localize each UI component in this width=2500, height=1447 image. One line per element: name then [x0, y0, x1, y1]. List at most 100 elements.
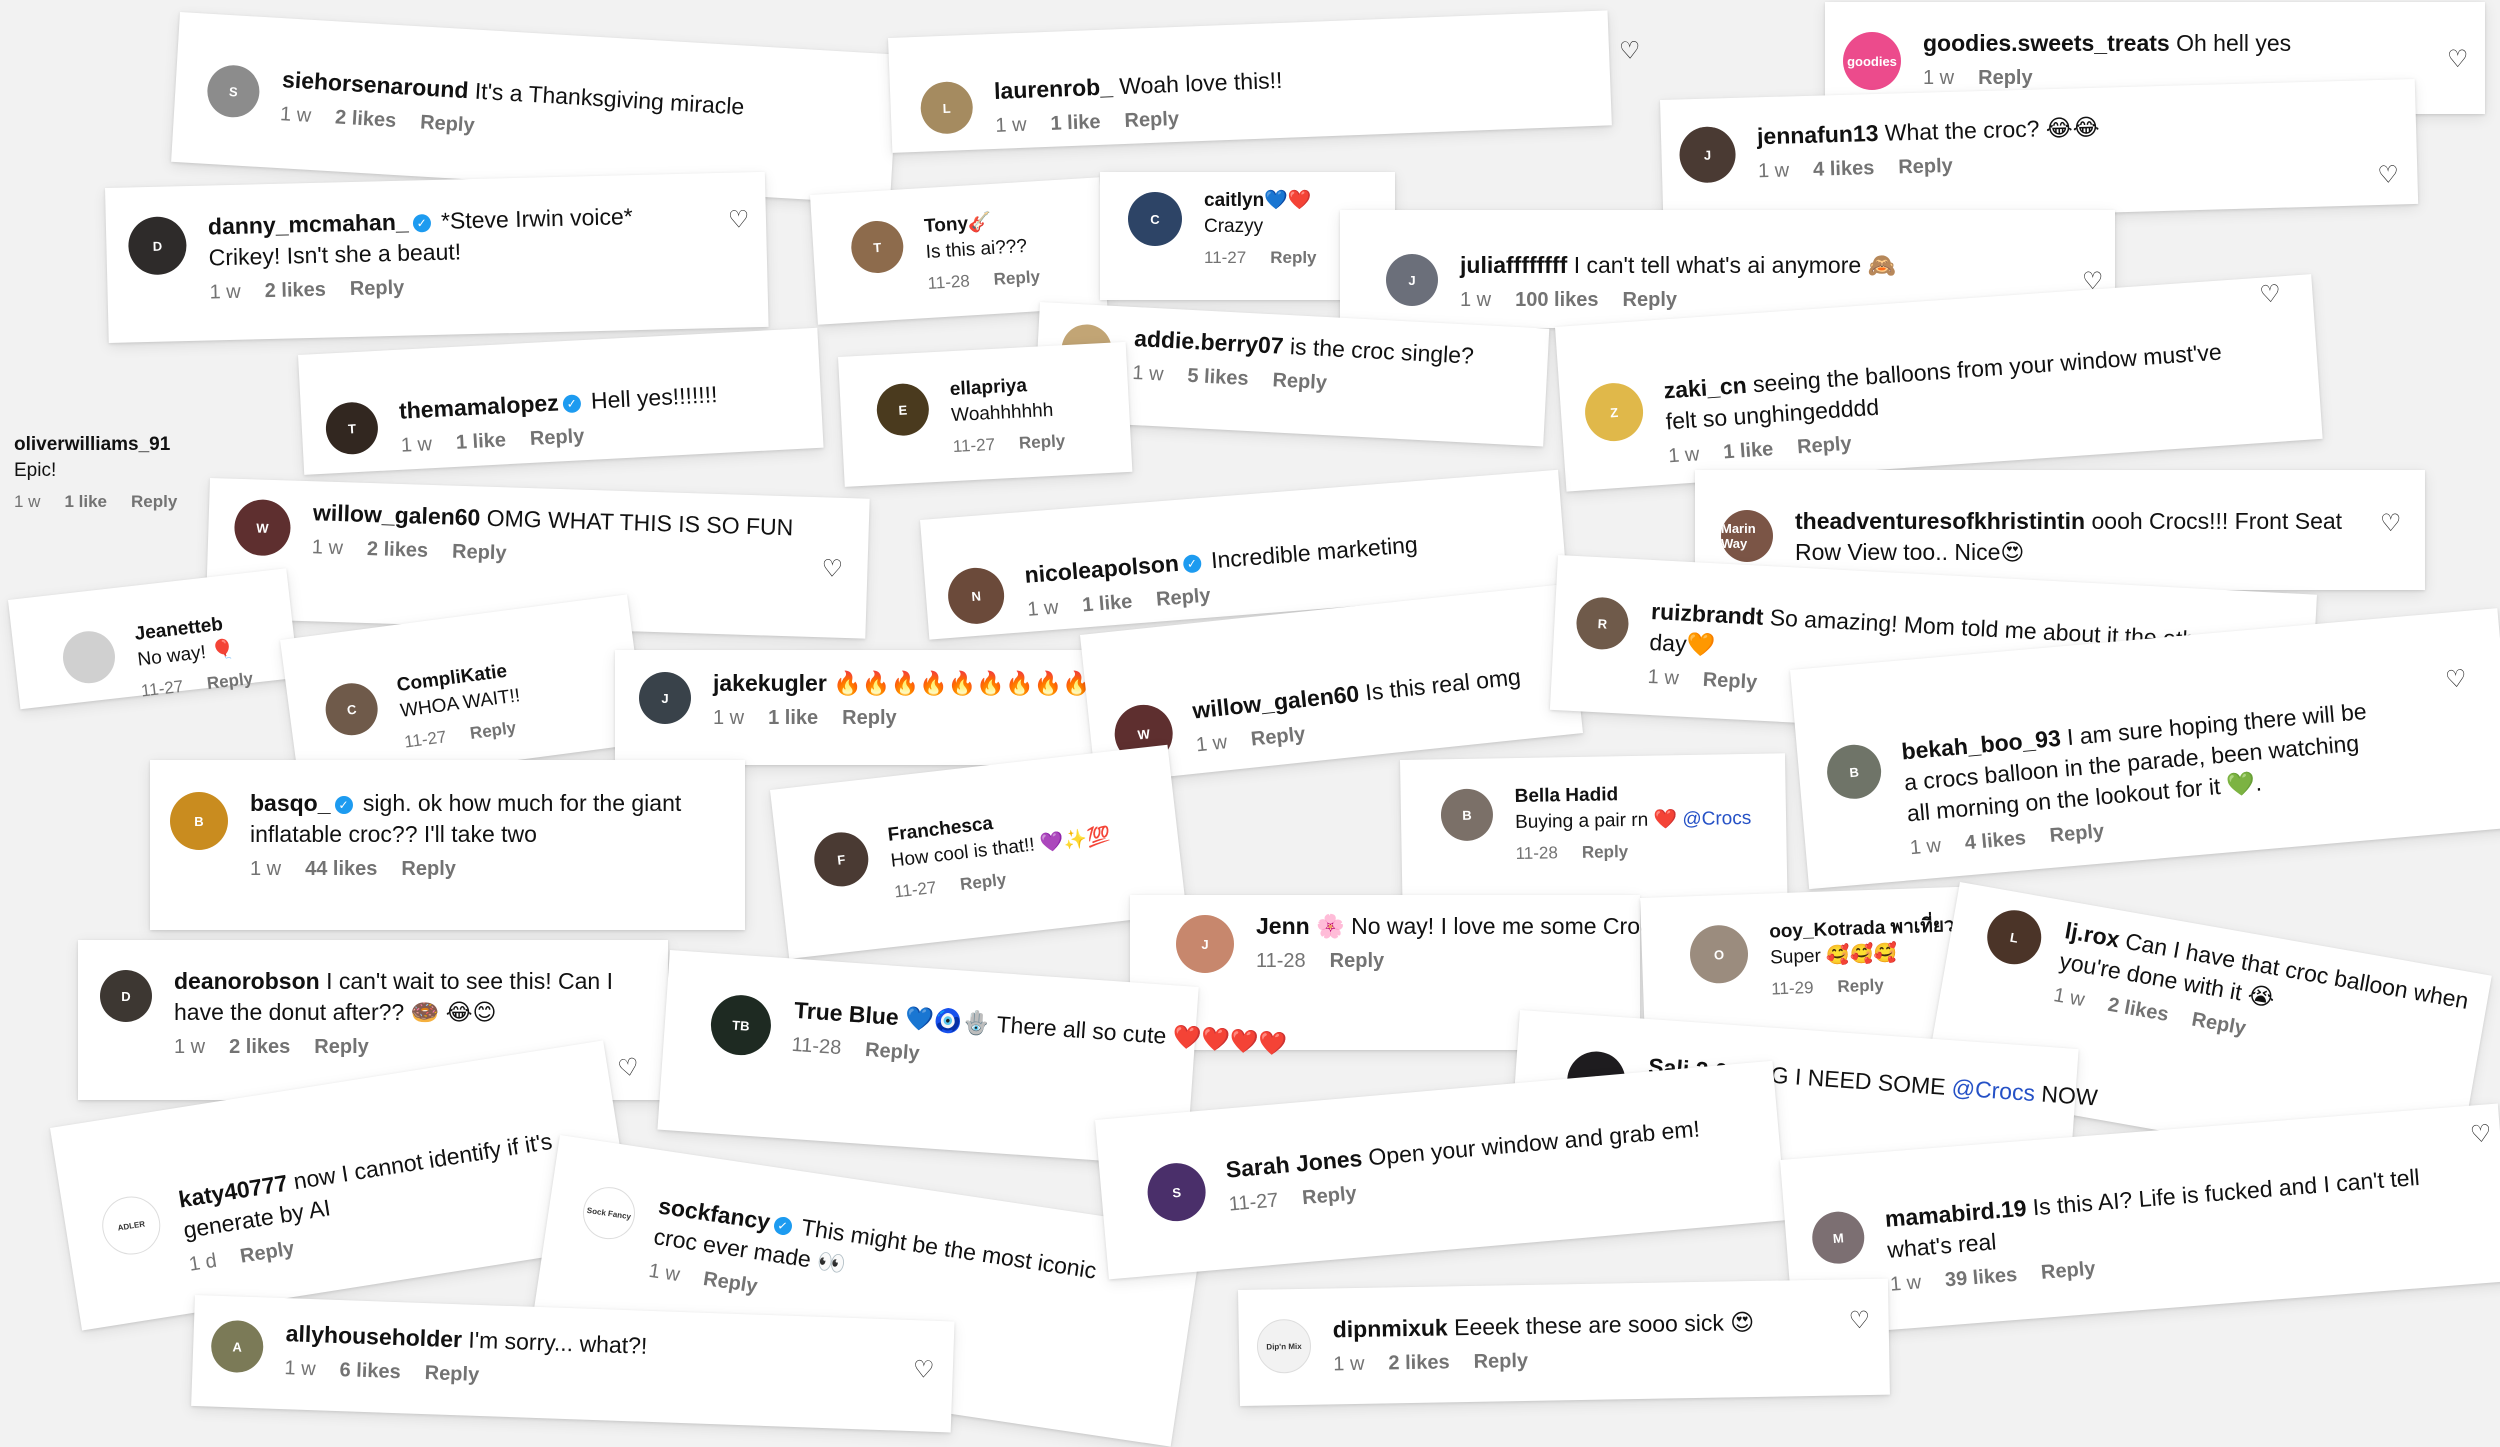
avatar[interactable] [60, 628, 118, 686]
reply-button[interactable]: Reply [1155, 584, 1211, 610]
username-link[interactable]: juliaffffffff [1460, 252, 1567, 278]
username-link[interactable]: zaki_cn [1663, 372, 1748, 404]
reply-button[interactable]: Reply [529, 425, 585, 450]
username-link[interactable]: theadventuresofkhristintin [1795, 508, 2085, 534]
reply-button[interactable]: Reply [1124, 108, 1179, 132]
heart-icon[interactable]: ♡ [1848, 1307, 1870, 1334]
reply-button[interactable]: Reply [1623, 289, 1677, 311]
likes-count[interactable]: 1 like [768, 707, 818, 729]
username-link[interactable]: True Blue 💙🧿🪬 [793, 997, 991, 1037]
likes-count[interactable]: 39 likes [1944, 1264, 2018, 1292]
avatar[interactable]: F [811, 829, 872, 890]
reply-button[interactable]: Reply [1582, 842, 1629, 862]
username-link[interactable]: ruizbrandt [1651, 598, 1765, 630]
likes-count[interactable]: 100 likes [1515, 289, 1598, 311]
username-link[interactable]: willow_galen60 [1191, 680, 1360, 723]
username-link[interactable]: allyhouseholder [285, 1320, 462, 1352]
reply-button[interactable]: Reply [1301, 1183, 1357, 1210]
heart-icon[interactable]: ♡ [2444, 665, 2468, 694]
likes-count[interactable]: 44 likes [305, 858, 377, 880]
reply-button[interactable]: Reply [959, 870, 1007, 894]
reply-button[interactable]: Reply [1270, 248, 1316, 267]
username-link[interactable]: deanorobson [174, 968, 320, 994]
reply-button[interactable]: Reply [314, 1036, 368, 1058]
username-link[interactable]: ellapriya [949, 375, 1027, 400]
avatar[interactable]: W [233, 498, 292, 557]
heart-icon[interactable]: ♡ [1619, 37, 1642, 65]
username-link[interactable]: nicoleapolson [1024, 550, 1180, 588]
reply-button[interactable]: Reply [1473, 1350, 1528, 1373]
reply-button[interactable]: Reply [452, 541, 507, 565]
avatar[interactable]: J [1176, 915, 1234, 973]
avatar[interactable]: E [875, 382, 931, 438]
likes-count[interactable]: 6 likes [339, 1359, 401, 1383]
reply-button[interactable]: Reply [993, 267, 1040, 289]
avatar[interactable]: TB [708, 993, 773, 1058]
username-link[interactable]: ooy_Kotrada พาเที่ยว [1769, 915, 1955, 942]
avatar[interactable]: C [322, 680, 381, 739]
mention-link[interactable]: @Crocs [1682, 808, 1751, 830]
heart-icon[interactable]: ♡ [2377, 161, 2399, 189]
reply-button[interactable]: Reply [702, 1268, 759, 1298]
likes-count[interactable]: 2 likes [1388, 1351, 1450, 1374]
avatar[interactable]: J [639, 672, 691, 724]
reply-button[interactable]: Reply [350, 277, 405, 300]
likes-count[interactable]: 2 likes [229, 1036, 290, 1058]
likes-count[interactable]: 4 likes [1813, 157, 1875, 181]
username-link[interactable]: addie.berry07 [1134, 325, 1285, 359]
avatar[interactable]: ADLER [98, 1192, 165, 1259]
username-link[interactable]: dipnmixuk [1332, 1314, 1447, 1342]
heart-icon[interactable]: ♡ [728, 206, 750, 234]
avatar[interactable]: goodies [1843, 32, 1901, 90]
reply-button[interactable]: Reply [1250, 723, 1306, 751]
likes-count[interactable]: 4 likes [1964, 827, 2027, 854]
username-link[interactable]: oliverwilliams_91 [14, 434, 170, 455]
username-link[interactable]: Sarah Jones [1225, 1145, 1364, 1183]
heart-icon[interactable]: ♡ [2447, 48, 2469, 72]
username-link[interactable]: Jenn 🌸 [1256, 913, 1345, 939]
reply-button[interactable]: Reply [1702, 669, 1758, 694]
avatar[interactable]: J [1386, 254, 1438, 306]
avatar[interactable]: L [1982, 905, 2046, 969]
likes-count[interactable]: 1 like [455, 429, 506, 454]
reply-button[interactable]: Reply [239, 1237, 296, 1267]
avatar[interactable]: R [1575, 596, 1630, 651]
reply-button[interactable]: Reply [2190, 1009, 2247, 1040]
avatar[interactable]: A [210, 1319, 265, 1374]
avatar[interactable]: J [1678, 125, 1737, 184]
reply-button[interactable]: Reply [1272, 369, 1328, 394]
reply-button[interactable]: Reply [842, 707, 896, 729]
username-link[interactable]: jennafun13 [1757, 120, 1879, 149]
avatar[interactable]: B [170, 792, 228, 850]
reply-button[interactable]: Reply [2049, 820, 2105, 847]
username-link[interactable]: danny_mcmahan_ [208, 209, 409, 240]
username-link[interactable]: willow_galen60 [313, 499, 481, 530]
avatar[interactable]: D [127, 216, 188, 276]
reply-button[interactable]: Reply [424, 1362, 479, 1386]
reply-button[interactable]: Reply [131, 492, 177, 511]
avatar[interactable]: T [324, 400, 380, 456]
reply-button[interactable]: Reply [1837, 976, 1884, 997]
heart-icon[interactable]: ♡ [616, 1053, 641, 1083]
avatar[interactable]: T [849, 219, 905, 275]
reply-button[interactable]: Reply [2040, 1258, 2096, 1284]
avatar[interactable]: D [100, 970, 152, 1022]
avatar[interactable]: B [1824, 742, 1884, 802]
username-link[interactable]: themamalopez [398, 389, 559, 423]
heart-icon[interactable]: ♡ [2380, 512, 2402, 536]
avatar[interactable]: Z [1583, 381, 1646, 444]
username-link[interactable]: goodies.sweets_treats [1923, 30, 2170, 56]
avatar[interactable]: N [946, 565, 1007, 626]
username-link[interactable]: jakekugler [713, 670, 827, 696]
reply-button[interactable]: Reply [420, 111, 476, 136]
username-link[interactable]: caitlyn💙❤️ [1204, 190, 1312, 211]
reply-button[interactable]: Reply [469, 718, 517, 743]
username-link[interactable]: Bella Hadid [1514, 784, 1618, 807]
likes-count[interactable]: 5 likes [1187, 365, 1249, 390]
avatar[interactable]: S [1145, 1160, 1209, 1224]
heart-icon[interactable]: ♡ [912, 1356, 934, 1384]
reply-button[interactable]: Reply [864, 1039, 920, 1065]
likes-count[interactable]: 1 like [1050, 111, 1101, 135]
likes-count[interactable]: 1 like [1081, 591, 1133, 617]
likes-count[interactable]: 1 like [64, 492, 107, 511]
